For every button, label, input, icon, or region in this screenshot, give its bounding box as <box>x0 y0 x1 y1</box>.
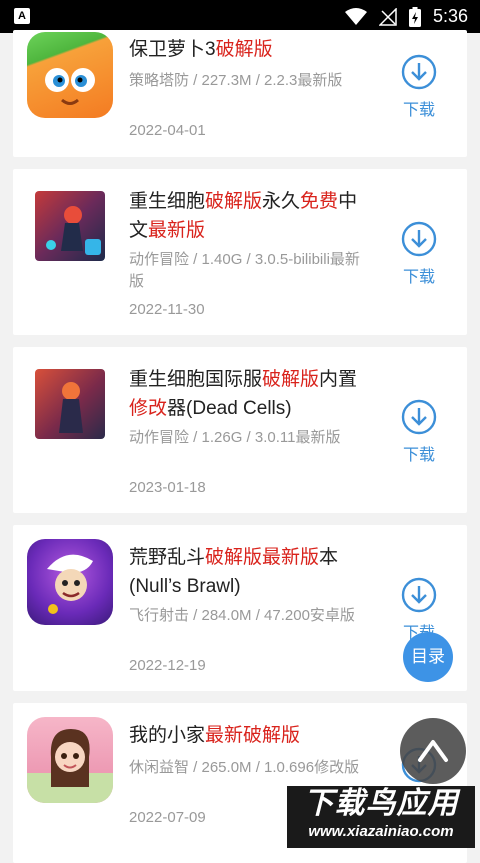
title-highlight: 免费 <box>300 191 339 212</box>
title-text: 重生细胞 <box>129 191 206 212</box>
app-date: 2022-11-30 <box>129 301 205 318</box>
title-text: 荒野乱斗 <box>129 547 206 568</box>
battery-icon <box>408 6 421 27</box>
title-highlight: 最新破解版 <box>205 725 301 746</box>
download-label: 下载 <box>402 447 435 464</box>
app-meta: 飞行射击 / 284.0M / 47.200安卓版 <box>129 607 355 624</box>
app-card[interactable]: 重生细胞破解版永久免费中文最新版 动作冒险 / 1.40G / 3.0.5-bi… <box>13 169 467 335</box>
title-text: 保卫萝卜3 <box>129 39 216 60</box>
app-date: 2022-04-01 <box>129 122 206 139</box>
app-card[interactable]: 荒野乱斗破解版最新版本(Null’s Brawl) 飞行射击 / 284.0M … <box>13 525 467 691</box>
app-title[interactable]: 我的小家最新破解版 <box>129 721 359 750</box>
title-text: 我的小家 <box>129 725 206 746</box>
app-notification-icon: A <box>14 8 30 24</box>
title-text: 内置 <box>319 369 358 390</box>
app-date: 2023-01-18 <box>129 479 206 496</box>
download-button[interactable]: 下载 <box>397 221 441 287</box>
wifi-icon <box>344 7 367 25</box>
download-icon <box>401 54 437 90</box>
app-date: 2022-07-09 <box>129 809 206 826</box>
watermark-brand: 下载鸟应用 <box>303 786 459 821</box>
dead-cells-icon <box>35 369 105 439</box>
watermark-url: www.xiazainiao.com <box>308 823 454 840</box>
title-highlight: 破解版 <box>215 39 273 60</box>
title-highlight: 破解版最新版 <box>205 547 320 568</box>
carrot-game-icon <box>27 32 113 118</box>
app-meta: 休闲益智 / 265.0M / 1.0.696修改版 <box>129 759 360 776</box>
watermark-logo: 下载鸟应用 www.xiazainiao.com <box>287 786 475 848</box>
download-icon <box>401 399 437 435</box>
app-card[interactable]: 保卫萝卜3破解版 策略塔防 / 227.3M / 2.2.3最新版 2022-0… <box>13 30 467 157</box>
app-title[interactable]: 荒野乱斗破解版最新版本(Null’s Brawl) <box>129 543 359 601</box>
brawl-stars-icon <box>27 539 113 625</box>
title-highlight: 最新版 <box>148 220 206 241</box>
system-icons: 5:36 <box>344 0 468 33</box>
chevron-up-icon <box>418 740 448 762</box>
app-title[interactable]: 保卫萝卜3破解版 <box>129 35 359 64</box>
title-highlight: 修改 <box>129 398 168 419</box>
title-highlight: 破解版 <box>262 369 320 390</box>
title-highlight: 破解版 <box>205 191 263 212</box>
clock: 5:36 <box>432 6 468 26</box>
title-text: 器(Dead Cells) <box>167 398 292 419</box>
app-date: 2022-12-19 <box>129 657 206 674</box>
back-to-top-button[interactable] <box>400 718 466 784</box>
dead-cells-bilibili-icon <box>35 191 105 261</box>
status-bar: A 5:36 <box>0 0 480 33</box>
title-text: 重生细胞国际服 <box>129 369 263 390</box>
download-button[interactable]: 下载 <box>397 54 441 120</box>
download-label: 下载 <box>402 102 435 119</box>
signal-icon <box>378 7 397 26</box>
app-card[interactable]: 重生细胞国际服破解版内置修改器(Dead Cells) 动作冒险 / 1.26G… <box>13 347 467 513</box>
title-text: 永久 <box>262 191 301 212</box>
app-title[interactable]: 重生细胞国际服破解版内置修改器(Dead Cells) <box>129 365 359 423</box>
app-meta: 策略塔防 / 227.3M / 2.2.3最新版 <box>129 72 343 89</box>
download-button[interactable]: 下载 <box>397 399 441 465</box>
toc-button[interactable]: 目录 <box>403 632 453 682</box>
download-icon <box>401 221 437 257</box>
app-title[interactable]: 重生细胞破解版永久免费中文最新版 <box>129 187 359 245</box>
download-label: 下载 <box>402 269 435 286</box>
app-meta: 动作冒险 / 1.40G / 3.0.5-bilibili最新版 <box>129 251 360 290</box>
app-meta: 动作冒险 / 1.26G / 3.0.11最新版 <box>129 429 341 446</box>
my-home-girl-icon <box>27 717 113 803</box>
download-icon <box>401 577 437 613</box>
